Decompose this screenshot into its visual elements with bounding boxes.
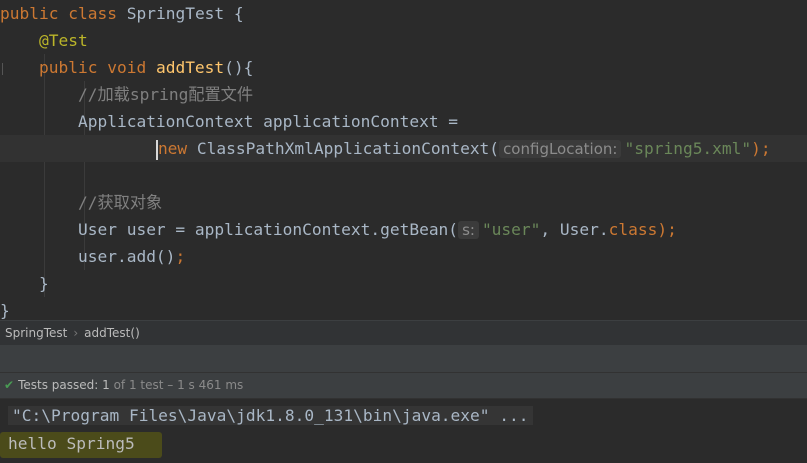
keyword: public bbox=[38, 58, 98, 77]
string-literal: "spring5.xml" bbox=[624, 139, 752, 158]
parameter-hint: configLocation: bbox=[499, 140, 622, 158]
code-line-method-close[interactable]: } bbox=[0, 270, 49, 297]
brace: } bbox=[0, 301, 10, 320]
keyword: public bbox=[0, 4, 59, 23]
breadcrumb: SpringTest › addTest() bbox=[0, 320, 807, 345]
check-icon: ✔ bbox=[4, 378, 15, 392]
tests-passed-label: Tests passed: bbox=[18, 378, 99, 392]
code-line-class-close[interactable]: } bbox=[0, 297, 10, 320]
class-name: SpringTest bbox=[126, 4, 225, 23]
code-editor[interactable]: public class SpringTest { @Test public v… bbox=[0, 0, 807, 320]
comment: //加载spring配置文件 bbox=[77, 85, 254, 104]
keyword: class bbox=[68, 4, 117, 23]
method-name: addTest bbox=[155, 58, 225, 77]
parameter-hint: s: bbox=[458, 221, 479, 239]
code-line-comment[interactable]: //加载spring配置文件 bbox=[0, 81, 253, 108]
argument: , User. bbox=[540, 220, 609, 239]
tests-passed-count: 1 bbox=[102, 378, 110, 392]
semicolon: ; bbox=[175, 247, 186, 266]
breadcrumb-method[interactable]: addTest() bbox=[84, 326, 140, 340]
brace: } bbox=[38, 274, 49, 293]
code-line-class[interactable]: public class SpringTest { bbox=[0, 0, 244, 27]
string-literal: "user" bbox=[481, 220, 541, 239]
keyword: void bbox=[107, 58, 147, 77]
statement: User user = applicationContext.getBean( bbox=[77, 220, 459, 239]
console-output-line: hello Spring5 bbox=[0, 430, 135, 458]
code-line-add[interactable]: user.add(); bbox=[0, 243, 185, 270]
keyword: class bbox=[608, 220, 658, 239]
keyword: new bbox=[157, 139, 188, 158]
code-line-annotation[interactable]: @Test bbox=[0, 27, 88, 54]
method-call: user.add() bbox=[77, 247, 176, 266]
code-line-comment[interactable]: //获取对象 bbox=[0, 189, 162, 216]
code-line-context-decl[interactable]: ApplicationContext applicationContext = bbox=[0, 108, 458, 135]
test-status-bar: ✔ Tests passed: 1 of 1 test – 1 s 461 ms bbox=[0, 372, 807, 398]
statement-end: ); bbox=[657, 220, 677, 239]
console-command-line: "C:\Program Files\Java\jdk1.8.0_131\bin\… bbox=[0, 402, 533, 430]
breadcrumb-class[interactable]: SpringTest bbox=[5, 326, 67, 340]
comment: //获取对象 bbox=[77, 193, 163, 212]
brace: { bbox=[224, 4, 244, 23]
code-line-current[interactable]: new ClassPathXmlApplicationContext(confi… bbox=[0, 135, 807, 162]
tests-detail: of 1 test – 1 s 461 ms bbox=[113, 378, 244, 392]
code-line-getbean[interactable]: User user = applicationContext.getBean(s… bbox=[0, 216, 677, 243]
method-tail: (){ bbox=[224, 58, 254, 77]
chevron-right-icon: › bbox=[73, 326, 79, 340]
annotation: @Test bbox=[38, 31, 88, 50]
java-command[interactable]: "C:\Program Files\Java\jdk1.8.0_131\bin\… bbox=[8, 406, 533, 425]
code-line-method[interactable]: public void addTest(){ bbox=[0, 54, 253, 81]
statement: ApplicationContext applicationContext = bbox=[77, 112, 459, 131]
panel-divider bbox=[0, 345, 807, 372]
constructor-call: ClassPathXmlApplicationContext( bbox=[187, 139, 500, 158]
statement-end: ); bbox=[751, 139, 771, 158]
program-output: hello Spring5 bbox=[8, 434, 135, 453]
